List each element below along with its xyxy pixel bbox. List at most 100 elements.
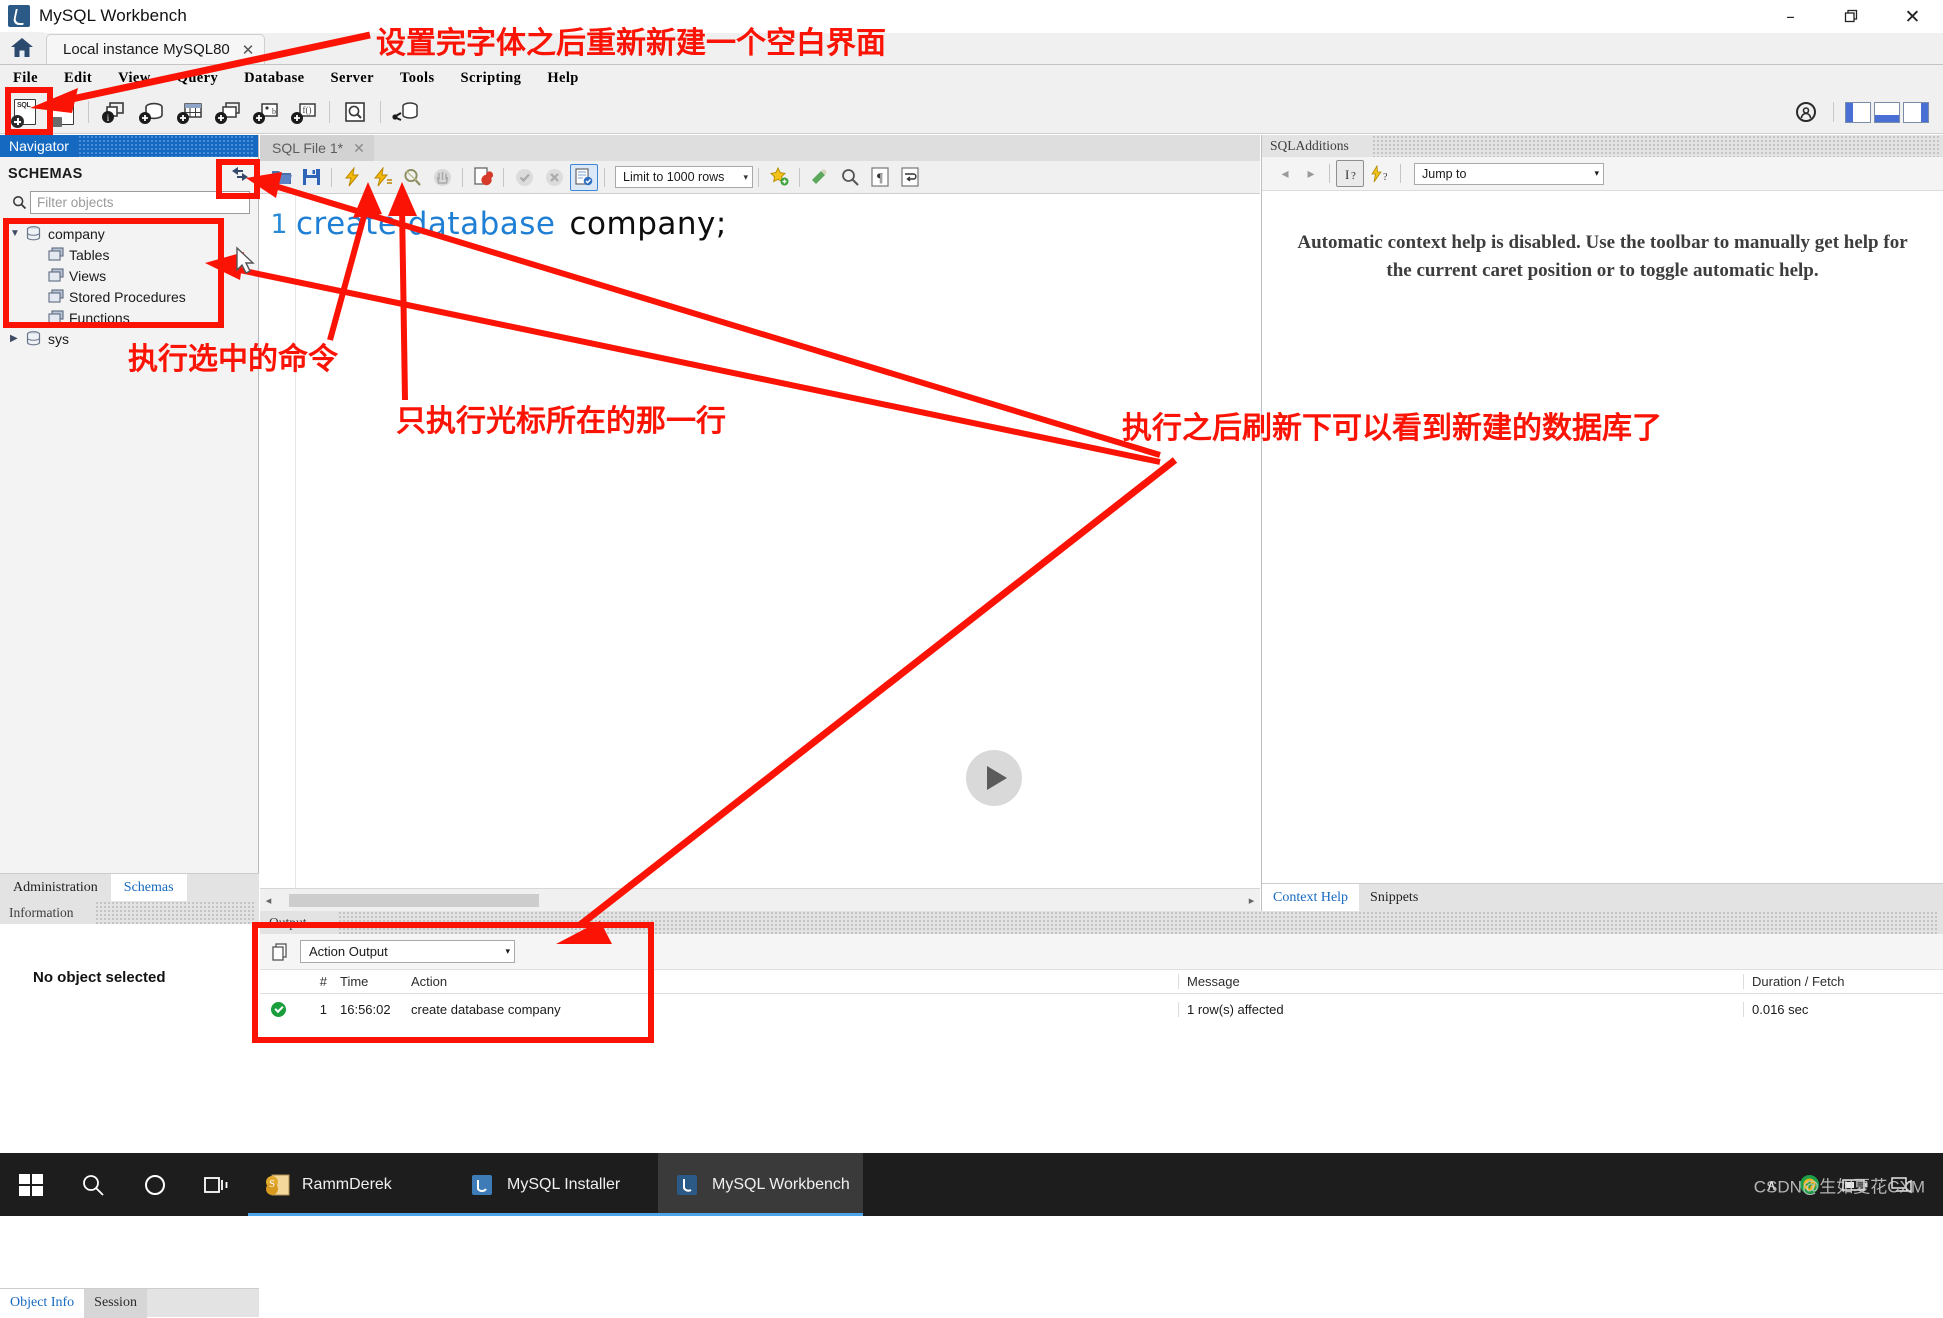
layout-secondary-sidebar-icon[interactable]	[1903, 101, 1929, 123]
menu-view[interactable]: View	[105, 70, 163, 87]
navigator-title: Navigator	[9, 138, 69, 154]
folder-icon	[47, 268, 69, 283]
network-icon[interactable]	[1890, 1175, 1914, 1195]
tab-administration[interactable]: Administration	[0, 874, 111, 901]
chevron-down-icon[interactable]: ▾	[1594, 168, 1599, 179]
limit-rows-select[interactable]: Limit to 1000 rows ▾	[615, 166, 753, 188]
menu-file[interactable]: File	[0, 70, 51, 87]
scroll-thumb[interactable]	[289, 893, 539, 907]
header-dot-texture	[338, 911, 1939, 934]
find-icon[interactable]	[806, 164, 834, 191]
play-icon[interactable]	[966, 750, 1022, 806]
editor-horizontal-scrollbar[interactable]: ◂ ▸	[260, 888, 1260, 911]
search-icon	[8, 195, 30, 210]
jump-to-select[interactable]: Jump to ▾	[1414, 162, 1604, 185]
beautify-sql-icon[interactable]	[765, 164, 793, 191]
admin-target-icon[interactable]	[1788, 95, 1824, 129]
create-view-icon[interactable]	[210, 95, 246, 129]
reconnect-server-icon[interactable]	[388, 95, 424, 129]
save-file-icon[interactable]	[297, 164, 325, 191]
rollback-icon[interactable]	[540, 164, 568, 191]
restore-button[interactable]	[1821, 0, 1882, 33]
layout-output-icon[interactable]	[1874, 101, 1900, 123]
create-schema-icon[interactable]	[134, 95, 170, 129]
create-function-icon[interactable]: f()	[286, 95, 322, 129]
task-view-icon[interactable]	[186, 1153, 248, 1216]
create-procedure-icon[interactable]: b	[248, 95, 284, 129]
scroll-right-arrow[interactable]: ▸	[1243, 894, 1260, 907]
table-row[interactable]: 1 16:56:02 create database company 1 row…	[260, 994, 1943, 1024]
tab-context-help[interactable]: Context Help	[1262, 883, 1360, 912]
tab-session[interactable]: Session	[84, 1288, 147, 1318]
commit-icon[interactable]	[510, 164, 538, 191]
chevron-down-icon[interactable]: ▾	[743, 172, 748, 183]
tab-local-instance-mysql80[interactable]: Local instance MySQL80 ✕	[46, 34, 266, 64]
cortana-circle-icon[interactable]	[124, 1153, 186, 1216]
open-file-icon[interactable]	[267, 164, 295, 191]
wrap-lines-icon[interactable]	[896, 164, 924, 191]
chevron-down-icon[interactable]: ▾	[505, 946, 510, 957]
tab-object-info[interactable]: Object Info	[0, 1288, 85, 1318]
search-icon[interactable]	[62, 1153, 124, 1216]
tab-sql-file-1[interactable]: SQL File 1* ✕	[260, 135, 374, 161]
chevron-right-icon[interactable]: ▶	[10, 333, 26, 344]
new-sql-tab-icon[interactable]: SQL	[7, 95, 43, 129]
toggle-stop-on-error-icon[interactable]	[469, 164, 497, 191]
search-data-icon[interactable]	[337, 95, 373, 129]
tree-node-company[interactable]: ▼ company	[0, 223, 258, 244]
tree-node-views[interactable]: Views	[0, 265, 258, 286]
chevron-up-icon[interactable]: ∧	[1766, 1176, 1777, 1194]
action-output-select[interactable]: Action Output ▾	[300, 940, 515, 963]
close-icon[interactable]: ✕	[353, 140, 365, 157]
close-button[interactable]: ✕	[1882, 0, 1943, 33]
connection-info-icon[interactable]: i	[96, 95, 132, 129]
open-sql-script-icon[interactable]: SQL	[45, 95, 81, 129]
menu-database[interactable]: Database	[231, 70, 317, 87]
close-icon[interactable]: ✕	[242, 41, 255, 59]
tab-label: Local instance MySQL80	[63, 41, 230, 58]
search-icon[interactable]	[836, 164, 864, 191]
menu-query[interactable]: Query	[164, 70, 231, 87]
windows-start-icon[interactable]	[0, 1153, 62, 1216]
update-icon[interactable]	[1799, 1174, 1820, 1195]
taskbar-app-mysql-installer[interactable]: MySQL Installer	[453, 1153, 658, 1216]
tab-snippets[interactable]: Snippets	[1359, 884, 1429, 912]
layout-sidebar-icon[interactable]	[1845, 101, 1871, 123]
minimize-button[interactable]: –	[1760, 0, 1821, 33]
chevron-down-icon[interactable]: ▼	[10, 228, 26, 239]
row-action: create database company	[411, 1001, 561, 1017]
tree-node-sys[interactable]: ▶ sys	[0, 328, 258, 349]
home-icon[interactable]	[0, 32, 44, 64]
tree-node-functions[interactable]: Functions	[0, 307, 258, 328]
back-icon[interactable]: ◂	[1272, 165, 1298, 182]
scroll-track[interactable]	[277, 893, 1243, 907]
tab-schemas[interactable]: Schemas	[110, 874, 187, 901]
menu-edit[interactable]: Edit	[51, 70, 105, 87]
taskbar-app-mysql-workbench[interactable]: MySQL Workbench	[658, 1153, 863, 1216]
menu-tools[interactable]: Tools	[387, 70, 448, 87]
execute-current-line-icon[interactable]	[368, 164, 396, 191]
tree-node-tables[interactable]: Tables	[0, 244, 258, 265]
stop-query-icon[interactable]	[428, 164, 456, 191]
auto-context-help-icon[interactable]: ?	[1366, 160, 1394, 187]
sql-code-area[interactable]: 1 create database company;	[260, 194, 1260, 911]
menu-scripting[interactable]: Scripting	[448, 70, 535, 87]
tree-node-stored-procedures[interactable]: Stored Procedures	[0, 286, 258, 307]
execute-all-icon[interactable]	[338, 164, 366, 191]
battery-icon[interactable]	[1842, 1178, 1868, 1192]
forward-icon[interactable]: ▸	[1298, 165, 1324, 182]
menu-help[interactable]: Help	[534, 70, 591, 87]
context-help-icon[interactable]: I?	[1336, 160, 1364, 187]
filter-objects-input[interactable]: Filter objects	[30, 191, 250, 214]
toggle-autocommit-icon[interactable]	[570, 163, 598, 191]
refresh-icon[interactable]	[230, 164, 250, 184]
copy-icon[interactable]	[272, 942, 294, 961]
explain-query-icon[interactable]	[398, 164, 426, 191]
taskbar-app-rammderek[interactable]: S RammDerek	[248, 1153, 453, 1216]
output-table-header: # Time Action Message Duration / Fetch	[260, 970, 1943, 994]
create-table-icon[interactable]	[172, 95, 208, 129]
toggle-invisible-chars-icon[interactable]: ¶	[866, 164, 894, 191]
scroll-left-arrow[interactable]: ◂	[260, 894, 277, 907]
menu-server[interactable]: Server	[318, 70, 387, 87]
svg-text:¶: ¶	[877, 170, 883, 185]
